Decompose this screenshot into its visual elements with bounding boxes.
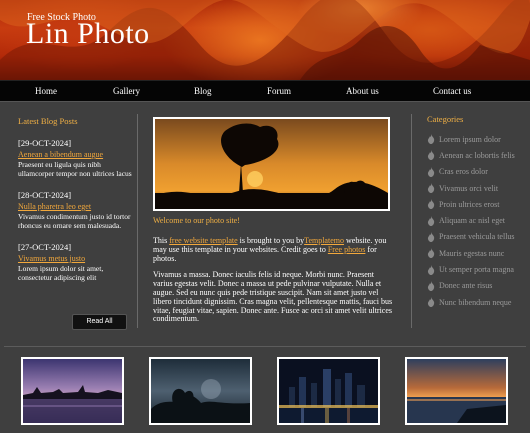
body-paragraph: Vivamus a massa. Donec iaculis felis id …	[153, 270, 393, 324]
flame-icon	[427, 166, 435, 177]
gallery-thumbnail[interactable]	[405, 357, 508, 425]
categories-heading: Categories	[427, 114, 464, 124]
blog-excerpt: Lorem ipsum dolor sit amet, consectetur …	[18, 264, 104, 282]
category-item[interactable]: Praesent vehicula tellus	[427, 229, 527, 245]
nav-home[interactable]: Home	[35, 86, 57, 96]
category-label: Donec ante risus	[439, 281, 493, 291]
category-item[interactable]: Donec ante risus	[427, 278, 527, 294]
dusk-town-image	[23, 359, 122, 423]
gallery-thumbnail[interactable]	[277, 357, 380, 425]
blog-excerpt: Praesent eu ligula quis nibh ullamcorper…	[18, 160, 132, 178]
category-label: Aenean ac lobortis felis	[439, 150, 515, 160]
category-item[interactable]: Ut semper porta magna	[427, 261, 527, 277]
flame-icon	[427, 199, 435, 210]
category-item[interactable]: Mauris egestas nunc	[427, 245, 527, 261]
flame-icon	[427, 280, 435, 291]
blog-sidebar: Latest Blog Posts [29-OCT-2024] Aenean a…	[18, 116, 136, 282]
blog-date: [29-OCT-2024]	[18, 138, 72, 148]
flame-icon	[427, 134, 435, 145]
misty-trees-image	[151, 359, 250, 423]
flame-icon	[427, 231, 435, 242]
blog-post: [29-OCT-2024] Aenean a bibendum augue Pr…	[18, 138, 136, 178]
category-item[interactable]: Aenean ac lobortis felis	[427, 147, 527, 163]
flame-icon	[427, 183, 435, 194]
gallery-divider	[4, 346, 526, 347]
nav-forum[interactable]: Forum	[267, 86, 291, 96]
categories-list: Lorem ipsum dolor Aenean ac lobortis feli…	[427, 131, 527, 310]
site-header: Free Stock Photo Lin Photo	[0, 0, 530, 80]
ocean-sunset-image	[407, 359, 506, 423]
category-item[interactable]: Cras eros dolor	[427, 164, 527, 180]
category-label: Cras eros dolor	[439, 167, 488, 177]
blog-title-link[interactable]: Nulla pharetra leo eget	[18, 202, 136, 211]
featured-photo[interactable]	[153, 117, 390, 211]
blog-title-link[interactable]: Aenean a bibendum augue	[18, 150, 136, 159]
column-divider-right	[411, 114, 412, 328]
nav-gallery[interactable]: Gallery	[113, 86, 140, 96]
gallery-thumbnail[interactable]	[149, 357, 252, 425]
category-item[interactable]: Lorem ipsum dolor	[427, 131, 527, 147]
free-website-template-link[interactable]: free website template	[169, 236, 237, 245]
blog-date: [28-OCT-2024]	[18, 190, 72, 200]
night-city-image	[279, 359, 378, 423]
flame-icon	[427, 215, 435, 226]
blog-date: [27-OCT-2024]	[18, 242, 72, 252]
nav-contact-us[interactable]: Contact us	[433, 86, 471, 96]
category-item[interactable]: Aliquam ac nisl eget	[427, 212, 527, 228]
blog-excerpt: Vivamus condimentum justo id tortor rhon…	[18, 212, 131, 230]
column-divider-left	[137, 114, 138, 328]
category-label: Aliquam ac nisl eget	[439, 216, 505, 226]
blog-heading: Latest Blog Posts	[18, 116, 78, 126]
read-all-button[interactable]: Read All	[72, 314, 127, 330]
nav-blog[interactable]: Blog	[194, 86, 212, 96]
site-title[interactable]: Lin Photo	[26, 17, 150, 51]
flame-icon	[427, 264, 435, 275]
category-label: Vivamus orci velit	[439, 183, 499, 193]
category-label: Mauris egestas nunc	[439, 248, 505, 258]
blog-post: [27-OCT-2024] Vivamus metus justo Lorem …	[18, 242, 136, 282]
flame-icon	[427, 248, 435, 259]
free-photos-link[interactable]: Free photos	[328, 245, 366, 254]
gallery-thumbnail[interactable]	[21, 357, 124, 425]
nav-about-us[interactable]: About us	[346, 86, 379, 96]
main-content: Welcome to our photo site! This free web…	[153, 117, 393, 324]
category-label: Ut semper porta magna	[439, 265, 514, 275]
blog-title-link[interactable]: Vivamus metus justo	[18, 254, 136, 263]
category-item[interactable]: Vivamus orci velit	[427, 180, 527, 196]
featured-sunset-image	[155, 119, 388, 209]
flame-icon	[427, 150, 435, 161]
main-nav: Home Gallery Blog Forum About us Contact…	[0, 80, 530, 102]
category-label: Nunc bibendum neque	[439, 297, 512, 307]
category-label: Praesent vehicula tellus	[439, 232, 515, 242]
category-item[interactable]: Proin ultrices erost	[427, 196, 527, 212]
category-label: Proin ultrices erost	[439, 199, 500, 209]
category-item[interactable]: Nunc bibendum neque	[427, 294, 527, 310]
categories-sidebar: Categories Lorem ipsum dolor Aenean ac lo…	[427, 114, 527, 310]
welcome-heading: Welcome to our photo site!	[153, 216, 240, 225]
intro-paragraph: This free website template is brought to…	[153, 236, 387, 263]
blog-post: [28-OCT-2024] Nulla pharetra leo eget Vi…	[18, 190, 136, 230]
templatemo-link[interactable]: Templatemo	[304, 236, 344, 245]
category-label: Lorem ipsum dolor	[439, 134, 501, 144]
flame-icon	[427, 297, 435, 308]
